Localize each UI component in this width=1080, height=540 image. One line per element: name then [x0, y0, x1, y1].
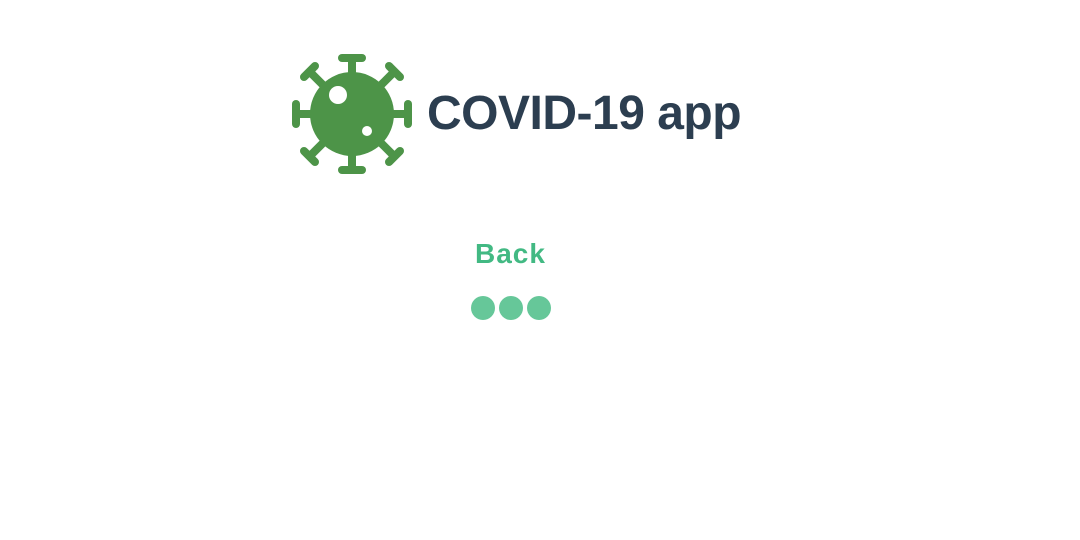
app-page: COVID-19 app Back: [0, 0, 1080, 540]
back-link[interactable]: Back: [475, 237, 546, 271]
loading-dots-icon: [471, 296, 551, 320]
page-title: COVID-19 app: [427, 87, 742, 140]
virus-icon: [292, 54, 412, 174]
app-header: COVID-19 app: [291, 53, 742, 175]
loader-dot: [527, 296, 551, 320]
loader-dot: [471, 296, 495, 320]
loader-dot: [499, 296, 523, 320]
